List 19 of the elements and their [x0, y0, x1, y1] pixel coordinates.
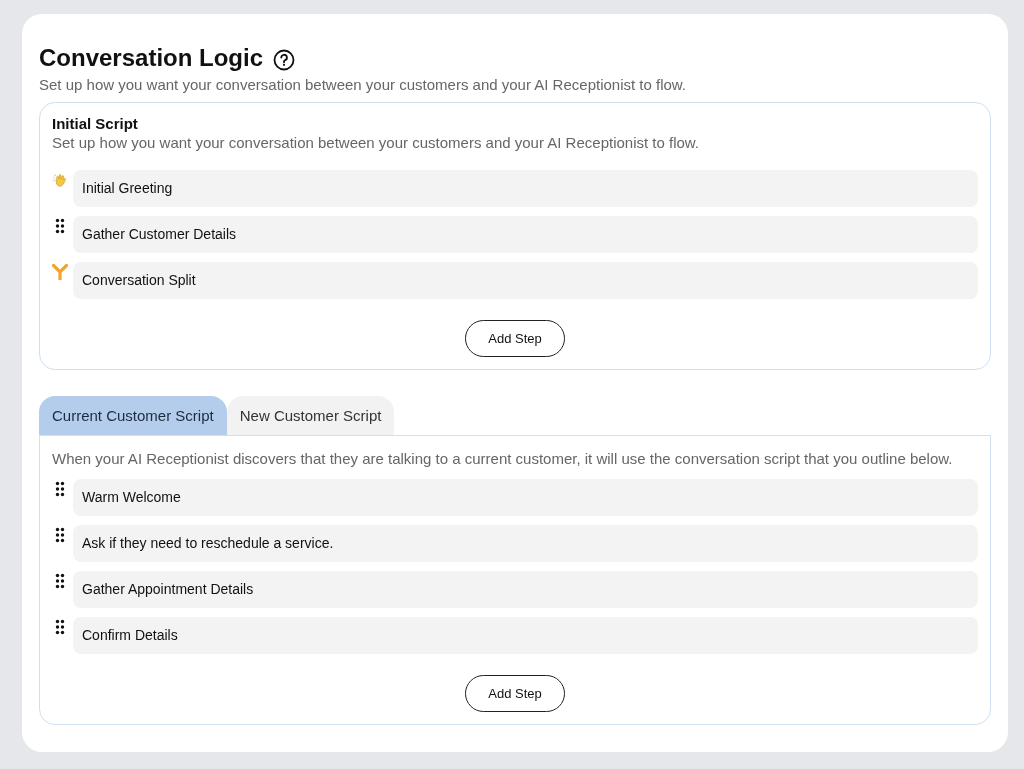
section-title: Initial Script	[52, 115, 139, 132]
add-step-button[interactable]: Add Step	[465, 675, 565, 712]
step-row[interactable]: Warm Welcome	[73, 479, 978, 516]
script-tab[interactable]: New Customer Script	[226, 396, 395, 435]
step-row[interactable]: Gather Appointment Details	[73, 571, 978, 608]
step-row[interactable]: Ask if they need to reschedule a service.	[73, 525, 978, 562]
help-icon[interactable]	[273, 49, 296, 71]
tab-description: When your AI Receptionist discovers that they are talking to a current customer, it will use the conversation script that you outline below.	[52, 449, 954, 469]
step-row[interactable]: Conversation Split	[73, 262, 978, 299]
step-row[interactable]: Initial Greeting	[73, 170, 978, 207]
page-description: Set up how you want your conversation between your customers and your AI Receptionist to flow.	[39, 75, 688, 95]
step-row[interactable]: Gather Customer Details	[73, 216, 978, 253]
waving-hand-icon	[52, 172, 68, 188]
add-step-button[interactable]: Add Step	[465, 320, 565, 357]
split-icon	[52, 264, 68, 280]
section-description: Set up how you want your conversation between your customers and your AI Receptionist to flow.	[52, 133, 701, 153]
step-row[interactable]: Confirm Details	[73, 617, 978, 654]
script-tab[interactable]: Current Customer Script	[39, 396, 227, 435]
page-title: Conversation Logic	[39, 44, 264, 72]
